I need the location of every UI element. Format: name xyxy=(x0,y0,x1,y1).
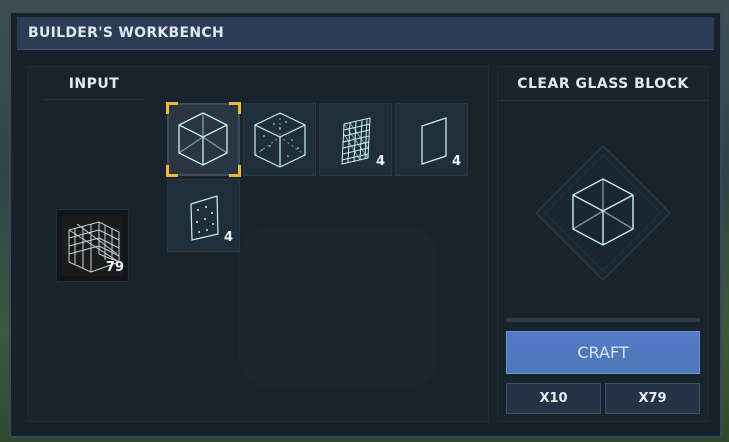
input-panel: INPUT 79 4 4 4 xyxy=(27,66,489,422)
recipe-slot-dotted-glass-panel[interactable]: 4 xyxy=(167,179,240,252)
craft-progress-bar xyxy=(506,318,700,322)
output-panel: CLEAR GLASS BLOCK CRAFT X10 X79 xyxy=(497,66,709,422)
clear-glass-block-icon xyxy=(534,144,672,282)
window-title: BUILDER'S WORKBENCH xyxy=(28,25,224,41)
recipe-count: 4 xyxy=(375,154,385,169)
output-title: CLEAR GLASS BLOCK xyxy=(498,75,708,101)
inventory-slot[interactable]: 79 xyxy=(56,209,129,282)
recipe-slot-clear-glass-block[interactable] xyxy=(166,102,241,177)
recipe-count: 4 xyxy=(451,154,461,169)
recipe-slot-lattice-glass-panel[interactable]: 4 xyxy=(319,103,392,176)
dotted-glass-block-icon xyxy=(254,112,306,168)
clear-glass-block-icon xyxy=(178,112,228,166)
recipe-count: 4 xyxy=(223,230,233,245)
craft-max-button[interactable]: X79 xyxy=(605,383,700,414)
craft-x10-button[interactable]: X10 xyxy=(506,383,601,414)
input-header: INPUT xyxy=(44,75,144,100)
craft-button[interactable]: CRAFT xyxy=(506,331,700,374)
inventory-count: 79 xyxy=(105,260,124,275)
recipe-slot-clear-glass-pane[interactable]: 4 xyxy=(395,103,468,176)
title-bar: BUILDER'S WORKBENCH xyxy=(17,17,714,50)
recipe-slot-dotted-glass-block[interactable] xyxy=(243,103,316,176)
background-watermark xyxy=(238,227,438,387)
workbench-window: BUILDER'S WORKBENCH INPUT 79 4 4 4 CLEAR… xyxy=(9,11,722,438)
